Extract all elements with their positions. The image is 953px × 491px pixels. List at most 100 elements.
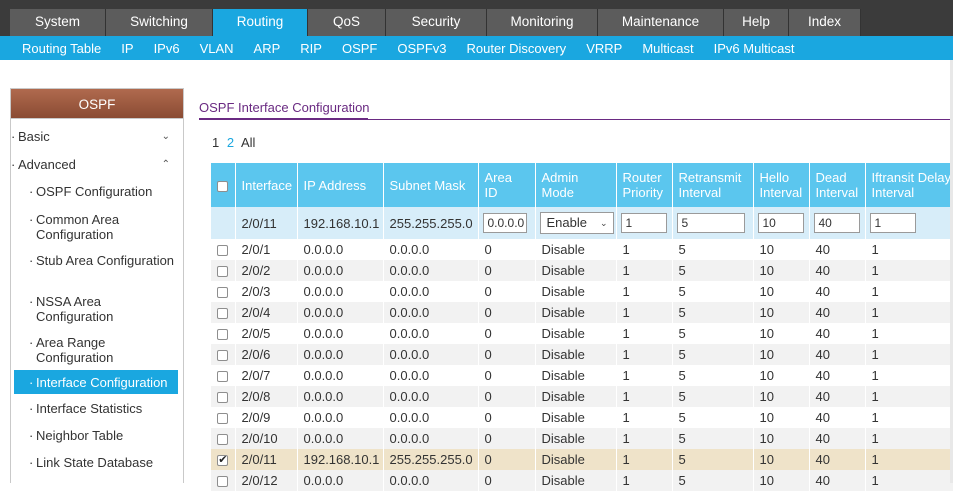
subnav-rip[interactable]: RIP bbox=[300, 41, 322, 56]
cell-interface: 2/0/8 bbox=[235, 386, 298, 407]
cell-ip: 0.0.0.0 bbox=[297, 323, 384, 344]
sidebar-item-interface-configuration[interactable]: · Interface Configuration bbox=[14, 370, 178, 394]
cell-interface: 2/0/2 bbox=[235, 260, 298, 281]
nav-tab-maintenance[interactable]: Maintenance bbox=[598, 9, 724, 36]
row-checkbox[interactable] bbox=[217, 308, 229, 320]
sidebar-item-advanced[interactable]: · Advanced ⌃ bbox=[11, 157, 178, 172]
interface-table: Interface IP Address Subnet Mask Area ID… bbox=[211, 163, 953, 491]
subnav-ipv6-multicast[interactable]: IPv6 Multicast bbox=[714, 41, 795, 56]
sidebar-item-area-range-configuration[interactable]: · Area Range Configuration bbox=[29, 335, 176, 365]
row-checkbox[interactable] bbox=[217, 371, 229, 383]
subnav-arp[interactable]: ARP bbox=[254, 41, 281, 56]
sidebar-item-neighbor-table[interactable]: · Neighbor Table bbox=[29, 428, 176, 443]
col-hello-interval: Hello Interval bbox=[753, 163, 810, 207]
iftransit-delay-input[interactable]: 1 bbox=[869, 213, 916, 233]
nav-tab-routing[interactable]: Routing bbox=[213, 9, 308, 36]
cell-area: 0 bbox=[478, 365, 536, 386]
row-checkbox[interactable] bbox=[217, 266, 229, 278]
col-area-id: Area ID bbox=[478, 163, 536, 207]
cell-area: 0 bbox=[478, 428, 536, 449]
subnav-vlan[interactable]: VLAN bbox=[200, 41, 234, 56]
cell-delay: 1 bbox=[865, 428, 953, 449]
cell-ip: 192.168.10.1 bbox=[297, 449, 384, 470]
row-checkbox[interactable] bbox=[217, 453, 229, 467]
table-row[interactable]: 2/0/9 0.0.0.0 0.0.0.0 0 Disable 1 5 10 40 1 bbox=[211, 407, 953, 428]
cell-ip: 0.0.0.0 bbox=[297, 260, 384, 281]
router-priority-input[interactable]: 1 bbox=[620, 213, 667, 233]
table-row[interactable]: 2/0/12 0.0.0.0 0.0.0.0 0 Disable 1 5 10 40 1 bbox=[211, 470, 953, 491]
cell-retransmit: 5 bbox=[672, 470, 754, 491]
row-checkbox[interactable] bbox=[217, 245, 229, 257]
main-nav: System Switching Routing QoS Security Mo… bbox=[0, 0, 953, 36]
cell-priority: 1 bbox=[616, 407, 673, 428]
table-header-row: Interface IP Address Subnet Mask Area ID… bbox=[211, 163, 953, 207]
nav-tab-security[interactable]: Security bbox=[386, 9, 487, 36]
subnav-ip[interactable]: IP bbox=[121, 41, 133, 56]
nav-tab-index[interactable]: Index bbox=[789, 9, 861, 36]
page-1-link[interactable]: 1 bbox=[212, 135, 219, 150]
area-id-input[interactable]: 0.0.0.0 bbox=[482, 213, 527, 233]
table-row[interactable]: 2/0/10 0.0.0.0 0.0.0.0 0 Disable 1 5 10 40 1 bbox=[211, 428, 953, 449]
row-checkbox[interactable] bbox=[217, 476, 229, 488]
cell-retransmit: 5 bbox=[672, 407, 754, 428]
table-row[interactable]: 2/0/1 0.0.0.0 0.0.0.0 0 Disable 1 5 10 40 1 bbox=[211, 239, 953, 260]
sidebar-item-interface-statistics[interactable]: · Interface Statistics bbox=[29, 401, 176, 416]
col-subnet-mask: Subnet Mask bbox=[383, 163, 479, 207]
nav-tab-monitoring[interactable]: Monitoring bbox=[487, 9, 598, 36]
sidebar-item-label: Common Area Configuration bbox=[36, 212, 120, 242]
nav-tab-help[interactable]: Help bbox=[724, 9, 789, 36]
row-checkbox[interactable] bbox=[217, 350, 229, 362]
cell-priority: 1 bbox=[616, 449, 673, 470]
table-row[interactable]: 2/0/4 0.0.0.0 0.0.0.0 0 Disable 1 5 10 40 1 bbox=[211, 302, 953, 323]
table-row[interactable]: 2/0/2 0.0.0.0 0.0.0.0 0 Disable 1 5 10 40 1 bbox=[211, 260, 953, 281]
retransmit-interval-input[interactable]: 5 bbox=[676, 213, 745, 233]
select-all-checkbox[interactable] bbox=[217, 180, 229, 192]
nav-tab-qos[interactable]: QoS bbox=[308, 9, 386, 36]
page-2-link[interactable]: 2 bbox=[227, 135, 234, 150]
page-all-link[interactable]: All bbox=[241, 135, 255, 150]
sidebar-item-common-area-configuration[interactable]: · Common Area Configuration bbox=[29, 212, 176, 242]
row-checkbox[interactable] bbox=[217, 413, 229, 425]
cell-dead: 40 bbox=[809, 323, 866, 344]
sidebar-item-ospf-configuration[interactable]: · OSPF Configuration bbox=[29, 184, 176, 199]
row-checkbox[interactable] bbox=[217, 434, 229, 446]
cell-ip: 0.0.0.0 bbox=[297, 386, 384, 407]
subnav-ospf[interactable]: OSPF bbox=[342, 41, 377, 56]
cell-hello: 10 bbox=[753, 386, 810, 407]
chevron-down-icon: ⌄ bbox=[161, 131, 170, 142]
table-row[interactable]: 2/0/3 0.0.0.0 0.0.0.0 0 Disable 1 5 10 40 1 bbox=[211, 281, 953, 302]
row-checkbox[interactable] bbox=[217, 329, 229, 341]
cell-dead: 40 bbox=[809, 386, 866, 407]
cell-mask: 0.0.0.0 bbox=[383, 428, 479, 449]
dead-interval-input[interactable]: 40 bbox=[813, 213, 860, 233]
row-checkbox[interactable] bbox=[217, 287, 229, 299]
sidebar-item-label: Interface Configuration bbox=[36, 375, 168, 390]
admin-mode-select[interactable]: Enable ⌄ bbox=[539, 212, 614, 234]
subnav-ipv6[interactable]: IPv6 bbox=[154, 41, 180, 56]
sidebar-item-nssa-area-configuration[interactable]: · NSSA Area Configuration bbox=[29, 294, 176, 324]
nav-tab-system[interactable]: System bbox=[10, 9, 106, 36]
subnav-ospfv3[interactable]: OSPFv3 bbox=[397, 41, 446, 56]
subnav-vrrp[interactable]: VRRP bbox=[586, 41, 622, 56]
table-row[interactable]: 2/0/6 0.0.0.0 0.0.0.0 0 Disable 1 5 10 40 1 bbox=[211, 344, 953, 365]
sidebar-item-basic[interactable]: · Basic ⌄ bbox=[11, 129, 178, 144]
cell-hello: 10 bbox=[753, 323, 810, 344]
subnav-multicast[interactable]: Multicast bbox=[642, 41, 693, 56]
row-checkbox[interactable] bbox=[217, 392, 229, 404]
cell-area: 0 bbox=[478, 344, 536, 365]
edit-subnet-mask: 255.255.255.0 bbox=[383, 207, 479, 239]
sidebar-item-link-state-database[interactable]: · Link State Database bbox=[29, 455, 176, 470]
cell-dead: 40 bbox=[809, 449, 866, 470]
table-row[interactable]: 2/0/5 0.0.0.0 0.0.0.0 0 Disable 1 5 10 40 1 bbox=[211, 323, 953, 344]
cell-delay: 1 bbox=[865, 323, 953, 344]
subnav-routing-table[interactable]: Routing Table bbox=[22, 41, 101, 56]
table-row[interactable]: 2/0/11192.168.10.1255.255.255.00Disable1… bbox=[211, 449, 953, 470]
subnav-router-discovery[interactable]: Router Discovery bbox=[466, 41, 566, 56]
cell-interface: 2/0/9 bbox=[235, 407, 298, 428]
table-row[interactable]: 2/0/7 0.0.0.0 0.0.0.0 0 Disable 1 5 10 40 1 bbox=[211, 365, 953, 386]
sidebar-item-stub-area-configuration[interactable]: · Stub Area Configuration bbox=[29, 253, 176, 268]
table-row[interactable]: 2/0/8 0.0.0.0 0.0.0.0 0 Disable 1 5 10 40 1 bbox=[211, 386, 953, 407]
cell-hello: 10 bbox=[753, 470, 810, 491]
nav-tab-switching[interactable]: Switching bbox=[106, 9, 213, 36]
hello-interval-input[interactable]: 10 bbox=[757, 213, 804, 233]
